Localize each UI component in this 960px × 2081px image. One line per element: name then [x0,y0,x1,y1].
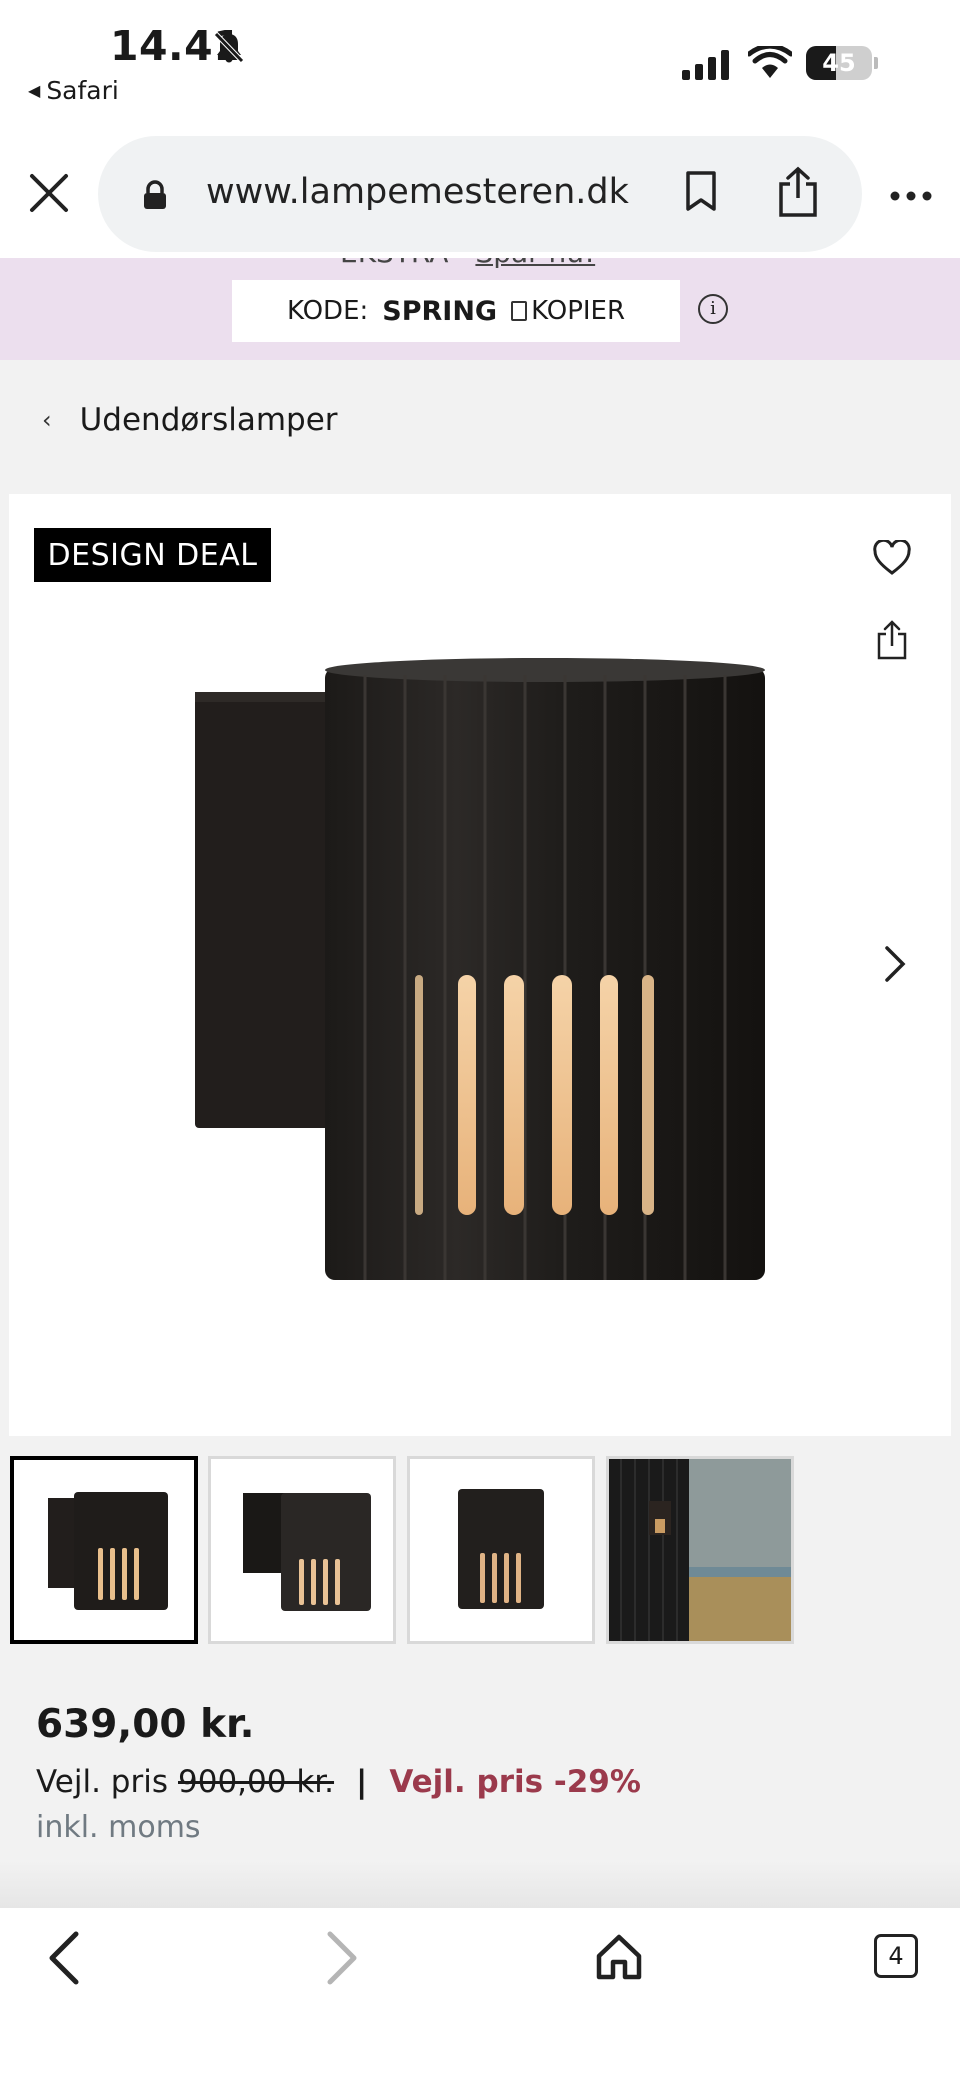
battery-level: 45 [822,49,856,77]
tabs-button[interactable]: 4 [874,1934,918,1978]
more-options-icon[interactable] [890,190,932,202]
lock-icon [144,180,166,209]
share-icon[interactable] [776,166,820,218]
url-text[interactable]: www.lampemesteren.dk [206,172,629,212]
copy-label: KOPIER [531,296,626,326]
thumbnail-2[interactable] [208,1456,396,1644]
thumbnail-lamp-image [243,1493,371,1611]
product-image-wall-lamp [195,658,765,1280]
price-separator: | [356,1764,368,1800]
forward-arrow-icon[interactable] [322,1930,362,1986]
chevron-right-icon[interactable] [882,944,908,984]
thumbnail-3[interactable] [407,1456,595,1644]
code-label: KODE: [286,296,369,326]
battery-indicator: 45 [806,46,878,80]
discount-text: Vejl. pris -29% [389,1764,641,1800]
code-value: SPRING [382,295,498,327]
content-fade [0,1860,960,1908]
thumbnail-lamp-image [458,1489,544,1609]
chevron-left-icon: ‹ [42,406,52,434]
thumbnail-1[interactable] [10,1456,198,1644]
thumbnail-4[interactable] [606,1456,794,1644]
heart-icon[interactable] [872,540,912,576]
discount-code-box: KODE: SPRING KOPIER [232,280,680,342]
close-icon[interactable] [26,170,72,216]
cellular-signal-icon [682,50,729,80]
design-deal-badge: DESIGN DEAL [34,528,271,582]
copy-icon [511,301,528,321]
share-icon[interactable] [876,620,908,660]
copy-button[interactable]: KOPIER [511,296,625,326]
back-triangle-icon: ◀ [28,81,41,100]
back-to-safari[interactable]: ◀ Safari [28,76,119,105]
wifi-icon [748,46,792,78]
breadcrumb[interactable]: ‹ Udendørslamper [42,402,338,438]
thumbnail-lamp-image [48,1492,168,1610]
rrp-label: Vejl. pris [36,1764,168,1800]
price-comparison: Vejl. pris 900,00 kr. | Vejl. pris -29% [36,1764,641,1800]
product-price: 639,00 kr. [36,1702,255,1747]
home-icon[interactable] [594,1932,644,1982]
browser-toolbar [0,1908,960,2081]
thumbnail-lifestyle-image [609,1459,791,1641]
back-app-label: Safari [46,76,119,105]
bookmark-icon[interactable] [684,170,718,212]
bell-muted-icon [214,32,244,63]
info-icon[interactable]: i [698,294,728,324]
tax-note: inkl. moms [36,1810,201,1845]
rrp-value: 900,00 kr. [178,1764,335,1800]
breadcrumb-label: Udendørslamper [79,402,338,438]
back-arrow-icon[interactable] [44,1930,84,1986]
